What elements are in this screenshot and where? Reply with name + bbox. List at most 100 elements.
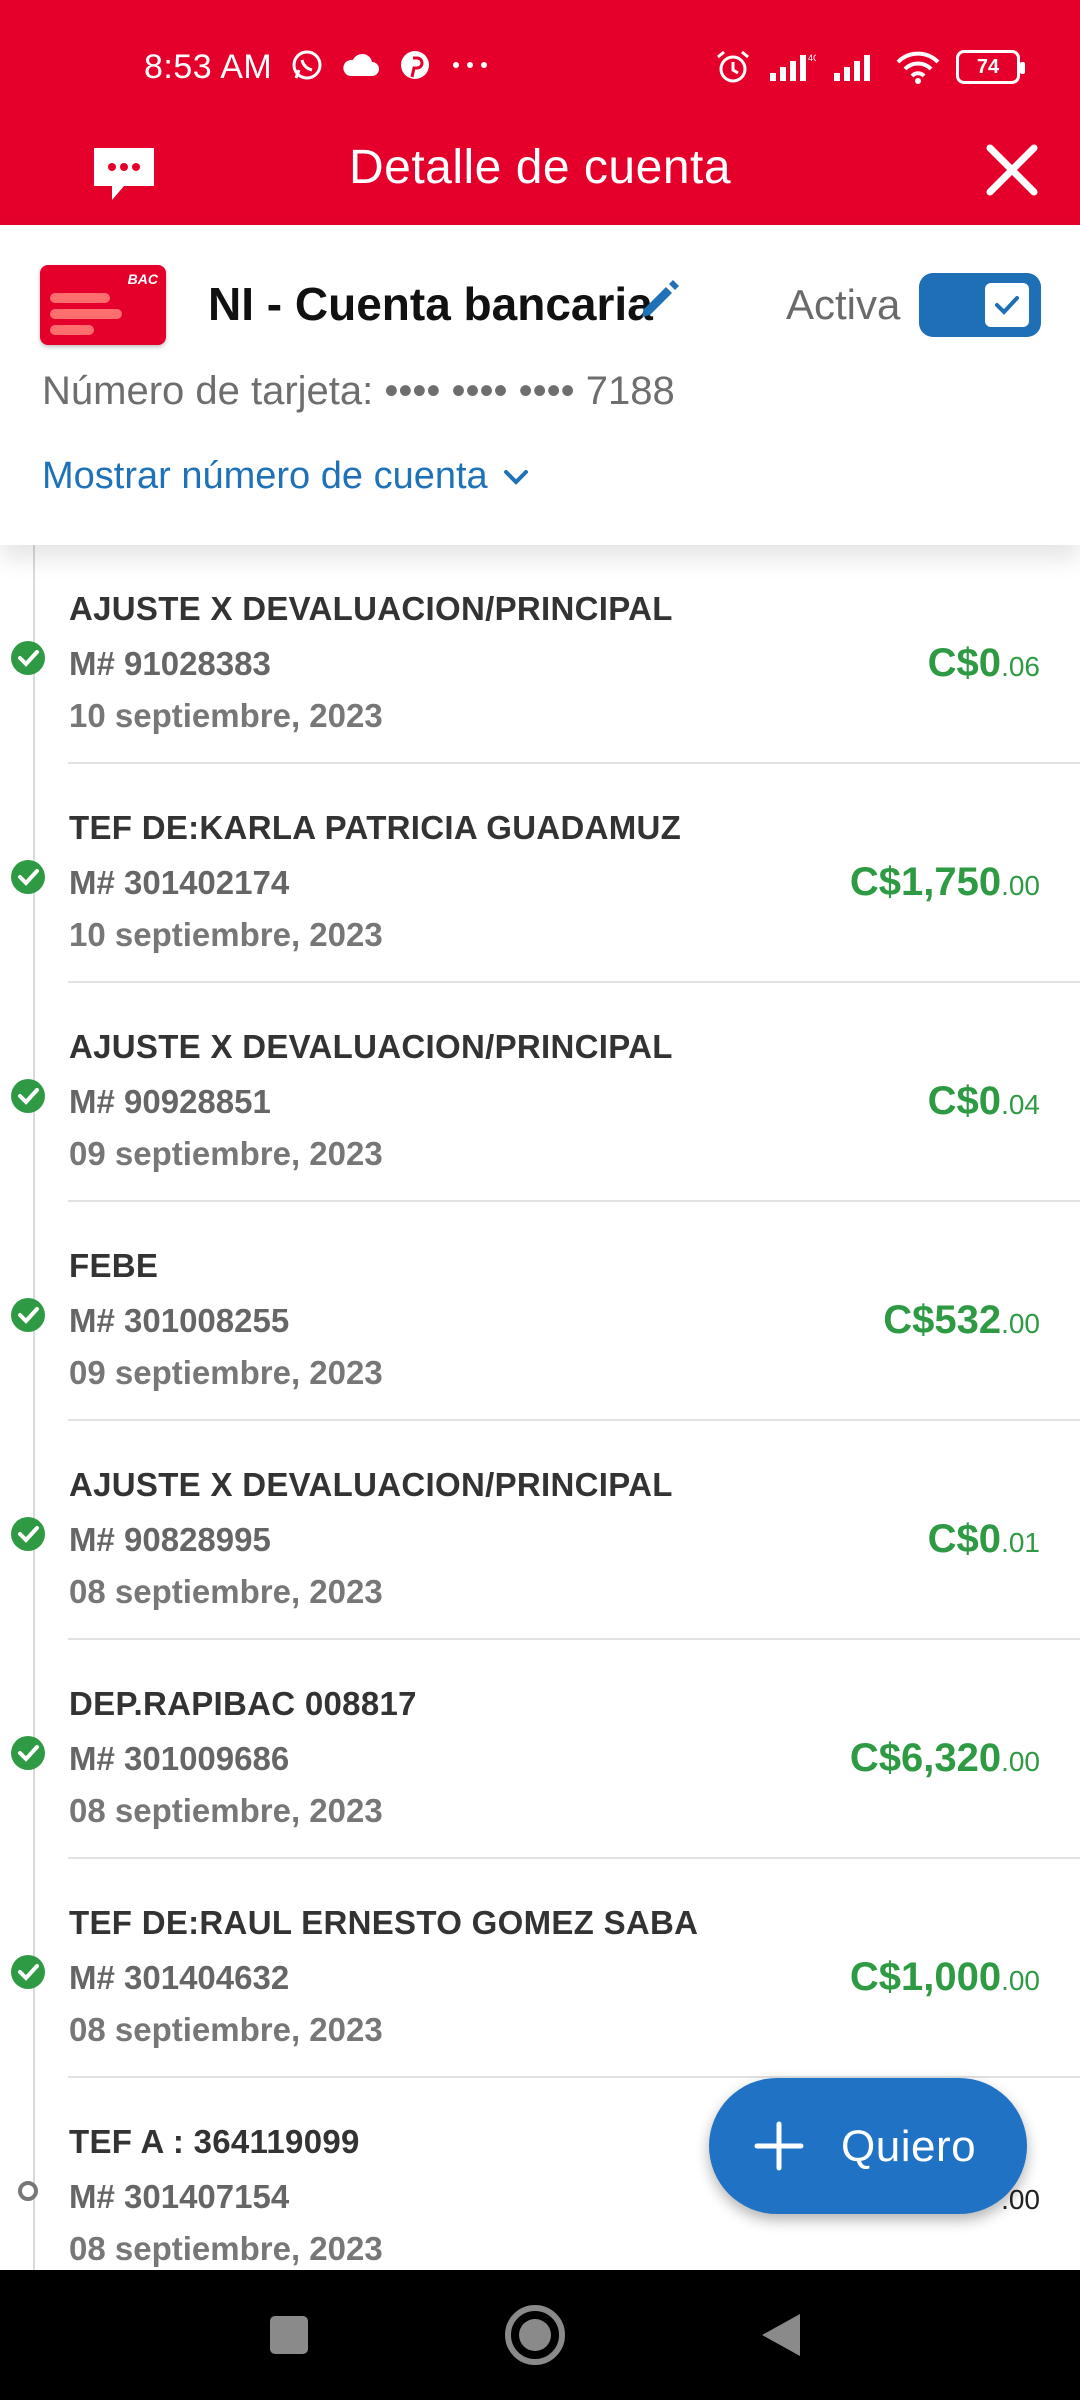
transaction-description: TEF DE:RAUL ERNESTO GOMEZ SABA [69, 1904, 699, 1941]
amount-main: C$532 [883, 1298, 1002, 1342]
amount-cents: .00 [1001, 870, 1040, 901]
edit-pencil-icon[interactable] [636, 275, 684, 323]
amount-cents: .00 [1001, 1746, 1040, 1777]
battery-icon: 74 [956, 50, 1025, 84]
transaction-date: 08 septiembre, 2023 [69, 2230, 383, 2267]
completed-check-icon [11, 1517, 45, 1551]
status-left-icons [290, 48, 490, 82]
transaction-date: 08 septiembre, 2023 [69, 1792, 383, 1829]
account-header: BAC NI - Cuenta bancaria Activa Número d… [0, 225, 1080, 545]
transaction-date: 09 septiembre, 2023 [69, 1354, 383, 1391]
signal-icon: 4G [770, 53, 816, 81]
transaction-description: AJUSTE X DEVALUACION/PRINCIPAL [69, 1466, 673, 1503]
transaction-row[interactable]: FEBE M# 301008255 09 septiembre, 2023 C$… [0, 1202, 1080, 1421]
transaction-reference: M# 90828995 [69, 1521, 271, 1558]
transaction-date: 10 septiembre, 2023 [69, 916, 383, 953]
more-dots-icon [453, 62, 487, 68]
svg-text:4G: 4G [808, 53, 816, 63]
card-stripe [50, 293, 110, 303]
transaction-row[interactable]: AJUSTE X DEVALUACION/PRINCIPAL M# 910283… [0, 545, 1080, 764]
amount-cents: .00 [1001, 1308, 1040, 1339]
completed-check-icon [11, 1298, 45, 1332]
app-bar: Detalle de cuenta [0, 130, 1080, 225]
cloud-icon [343, 53, 379, 76]
chevron-down-icon [503, 469, 528, 485]
transaction-description: TEF A : 364119099 [69, 2123, 360, 2160]
card-stripe [50, 309, 122, 319]
pending-circle-icon [18, 2181, 38, 2201]
transaction-description: FEBE [69, 1247, 159, 1284]
completed-check-icon [11, 860, 45, 894]
transaction-reference: M# 301404632 [69, 1959, 290, 1996]
close-icon[interactable] [982, 140, 1042, 200]
page-title: Detalle de cuenta [348, 141, 732, 194]
plus-icon [754, 2121, 804, 2171]
completed-check-icon [11, 1079, 45, 1113]
top-header: 8:53 AM 4G 74 Detalle de cuenta [0, 0, 1080, 225]
transaction-reference: M# 301402174 [69, 864, 290, 901]
status-bar: 8:53 AM 4G 74 [0, 0, 1080, 140]
transaction-date: 10 septiembre, 2023 [69, 697, 383, 734]
transaction-row[interactable]: DEP.RAPIBAC 008817 M# 301009686 08 septi… [0, 1640, 1080, 1859]
completed-check-icon [11, 1955, 45, 1989]
wifi-icon [896, 51, 940, 84]
bank-logo-text: BAC [127, 271, 158, 287]
system-nav-bar [0, 2270, 1080, 2400]
transaction-amount: C$0.06 [928, 641, 1040, 686]
amount-cents: .01 [1001, 1527, 1040, 1558]
transaction-reference: M# 301009686 [69, 1740, 290, 1777]
transaction-amount: C$532.00 [883, 1298, 1040, 1343]
transaction-reference: M# 91028383 [69, 645, 271, 682]
transaction-row[interactable]: TEF DE:KARLA PATRICIA GUADAMUZ M# 301402… [0, 764, 1080, 983]
transaction-description: DEP.RAPIBAC 008817 [69, 1685, 417, 1722]
bank-card-logo: BAC [40, 265, 166, 345]
recents-button[interactable] [254, 2300, 324, 2370]
toggle-knob [985, 283, 1029, 327]
transaction-list[interactable]: AJUSTE X DEVALUACION/PRINCIPAL M# 910283… [0, 545, 1080, 2270]
amount-cents: .06 [1001, 651, 1040, 682]
transaction-row[interactable]: AJUSTE X DEVALUACION/PRINCIPAL M# 909288… [0, 983, 1080, 1202]
transaction-description: TEF DE:KARLA PATRICIA GUADAMUZ [69, 809, 682, 846]
transaction-description: AJUSTE X DEVALUACION/PRINCIPAL [69, 1028, 673, 1065]
transaction-amount: C$0.04 [928, 1079, 1040, 1124]
signal-icon [834, 55, 870, 81]
amount-main: C$0 [927, 1079, 1002, 1123]
status-time: 8:53 AM [144, 48, 273, 86]
amount-cents: .04 [1001, 1089, 1040, 1120]
account-name: NI - Cuenta bancaria [208, 278, 653, 330]
transaction-amount: C$0.01 [928, 1517, 1040, 1562]
show-account-number-label: Mostrar número de cuenta [42, 455, 488, 497]
transaction-reference: M# 301008255 [69, 1302, 290, 1339]
amount-cents: .00 [1001, 1965, 1040, 1996]
whatsapp-icon [292, 50, 322, 80]
amount-main: C$6,320 [849, 1736, 1002, 1780]
transaction-amount: C$1,750.00 [850, 860, 1040, 905]
transaction-date: 09 septiembre, 2023 [69, 1135, 383, 1172]
transaction-row[interactable]: AJUSTE X DEVALUACION/PRINCIPAL M# 908289… [0, 1421, 1080, 1640]
transaction-reference: M# 301407154 [69, 2178, 290, 2215]
battery-level: 74 [976, 55, 1000, 78]
alarm-icon [717, 50, 749, 83]
amount-main: C$0 [927, 1517, 1002, 1561]
transaction-date: 08 septiembre, 2023 [69, 2011, 383, 2048]
check-icon [995, 296, 1019, 315]
transaction-amount: C$6,320.00 [850, 1736, 1040, 1781]
home-button[interactable] [500, 2300, 570, 2370]
card-stripe [50, 325, 94, 335]
transaction-date: 08 septiembre, 2023 [69, 1573, 383, 1610]
transaction-description: AJUSTE X DEVALUACION/PRINCIPAL [69, 590, 673, 627]
active-label: Activa [786, 281, 901, 328]
transaction-reference: M# 90928851 [69, 1083, 271, 1120]
active-toggle[interactable] [919, 273, 1041, 337]
back-button[interactable] [746, 2300, 816, 2370]
fab-label: Quiero [841, 2122, 977, 2171]
show-account-number-link[interactable]: Mostrar número de cuenta [42, 455, 530, 498]
completed-check-icon [11, 641, 45, 675]
amount-main: C$0 [927, 641, 1002, 685]
transaction-row[interactable]: TEF DE:RAUL ERNESTO GOMEZ SABA M# 301404… [0, 1859, 1080, 2078]
completed-check-icon [11, 1736, 45, 1770]
transaction-amount: C$1,000.00 [850, 1955, 1040, 2000]
amount-main: C$1,750 [849, 860, 1002, 904]
card-number: Número de tarjeta: •••• •••• •••• 7188 [42, 369, 675, 413]
quiero-fab-button[interactable]: Quiero [709, 2078, 1027, 2214]
